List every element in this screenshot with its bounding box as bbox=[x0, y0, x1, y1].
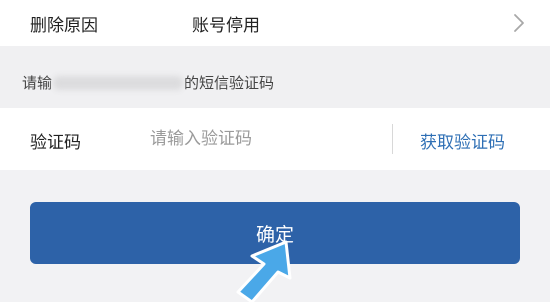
chevron-right-icon bbox=[514, 14, 524, 32]
confirm-button[interactable]: 确定 bbox=[30, 202, 520, 264]
delete-reason-label: 删除原因 bbox=[30, 16, 98, 36]
verify-code-input[interactable] bbox=[150, 124, 370, 154]
delete-reason-value: 账号停用 bbox=[192, 16, 260, 36]
masked-phone-number bbox=[53, 75, 184, 90]
delete-reason-row[interactable]: 删除原因 账号停用 bbox=[0, 0, 550, 46]
verify-code-label: 验证码 bbox=[30, 133, 81, 153]
sms-hint-prefix: 请输 bbox=[22, 74, 53, 92]
sms-hint-suffix: 的短信验证码 bbox=[184, 74, 275, 92]
divider bbox=[392, 124, 393, 154]
sms-hint: 请输 的短信验证码 bbox=[22, 72, 274, 93]
get-code-button[interactable]: 获取验证码 bbox=[420, 128, 505, 153]
